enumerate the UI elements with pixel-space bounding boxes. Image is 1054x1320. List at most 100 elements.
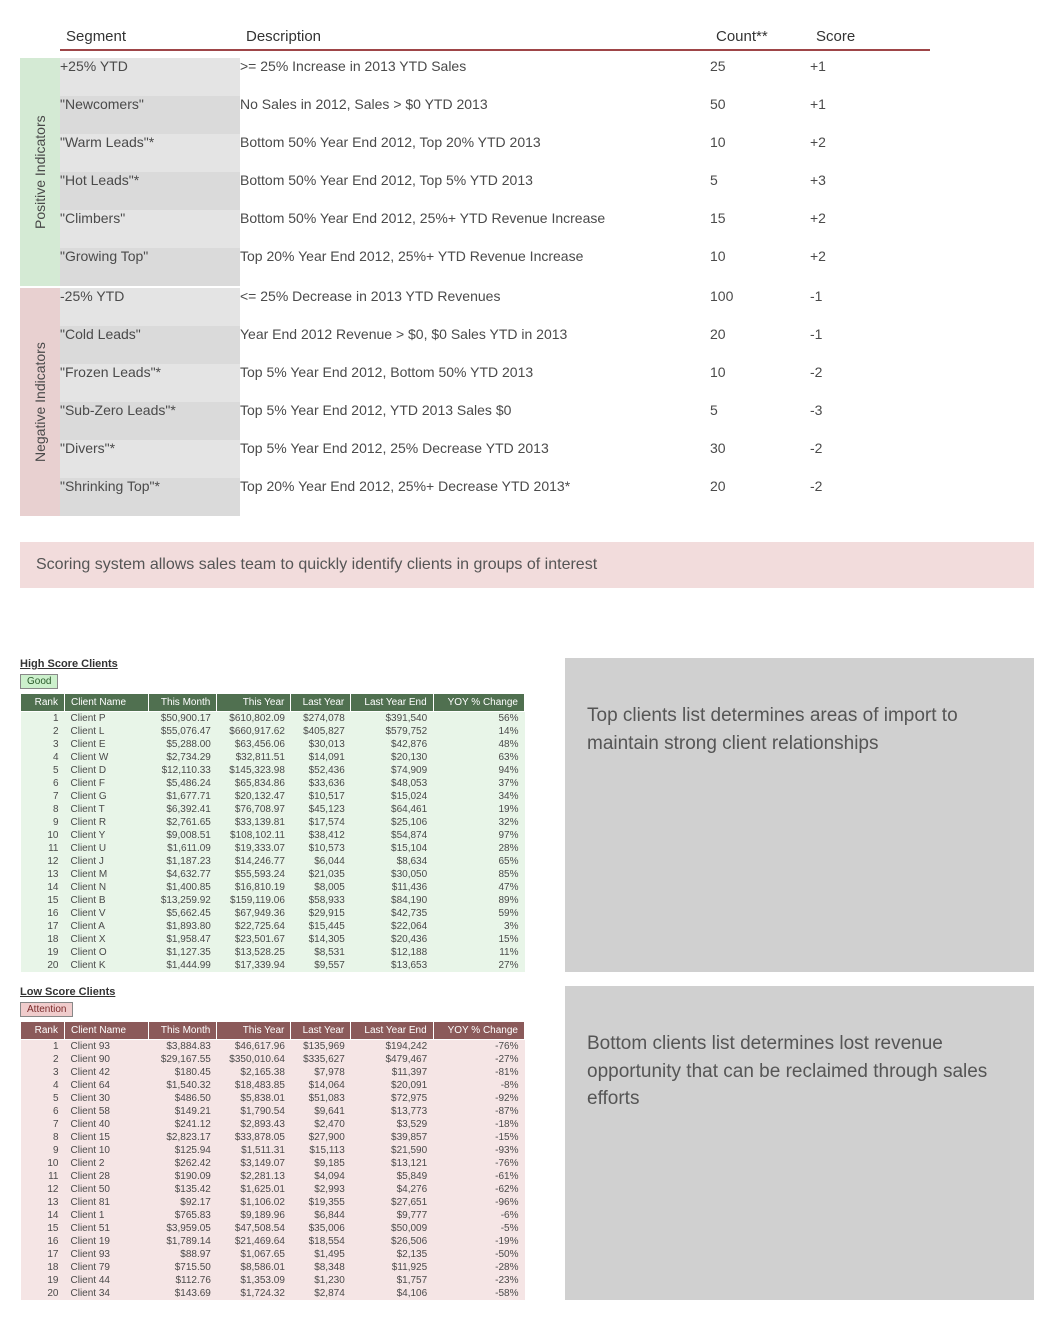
- low-cell-19-5: $4,106: [351, 1287, 433, 1300]
- high-cell-5-6: 37%: [433, 777, 524, 790]
- low-row-11: 12Client 50$135.42$1,625.01$2,993$4,276-…: [21, 1183, 525, 1196]
- low-cell-11-2: $135.42: [149, 1183, 217, 1196]
- high-cell-16-2: $1,893.80: [149, 920, 217, 933]
- low-cell-2-3: $2,165.38: [217, 1066, 291, 1079]
- neg-row-score-5: -2: [810, 478, 930, 516]
- pos-row-segment-5: "Growing Top": [60, 248, 240, 286]
- neg-row-segment-1: "Cold Leads": [60, 326, 240, 364]
- high-cell-10-3: $19,333.07: [217, 842, 291, 855]
- low-cell-15-5: $26,506: [351, 1235, 433, 1248]
- high-cell-6-3: $20,132.47: [217, 790, 291, 803]
- low-cell-7-5: $39,857: [351, 1131, 433, 1144]
- high-cell-9-1: Client Y: [65, 829, 149, 842]
- low-row-18: 19Client 44$112.76$1,353.09$1,230$1,757-…: [21, 1274, 525, 1287]
- high-cell-16-4: $15,445: [291, 920, 351, 933]
- pos-row-score-1: +1: [810, 96, 930, 134]
- high-cell-17-0: 18: [21, 933, 65, 946]
- low-cell-13-5: $9,777: [351, 1209, 433, 1222]
- pos-row-segment-3: "Hot Leads"*: [60, 172, 240, 210]
- high-cell-8-4: $17,574: [291, 816, 351, 829]
- low-cell-1-2: $29,167.55: [149, 1053, 217, 1066]
- low-cell-6-3: $2,893.43: [217, 1118, 291, 1131]
- low-cell-16-3: $1,067.65: [217, 1248, 291, 1261]
- high-cell-11-5: $8,634: [351, 855, 433, 868]
- neg-row-description-4: Top 5% Year End 2012, 25% Decrease YTD 2…: [240, 440, 710, 478]
- low-cell-12-3: $1,106.02: [217, 1196, 291, 1209]
- pos-row-segment-1: "Newcomers": [60, 96, 240, 134]
- low-cell-16-4: $1,495: [291, 1248, 351, 1261]
- high-row-10: 11Client U$1,611.09$19,333.07$10,573$15,…: [21, 842, 525, 855]
- low-cell-13-3: $9,189.96: [217, 1209, 291, 1222]
- high-cell-12-4: $21,035: [291, 868, 351, 881]
- high-row-7: 8Client T$6,392.41$76,708.97$45,123$64,4…: [21, 803, 525, 816]
- low-score-table-wrap: Low Score Clients Attention RankClient N…: [20, 986, 525, 1300]
- high-cell-12-6: 85%: [433, 868, 524, 881]
- low-col-6: YOY % Change: [433, 1022, 524, 1040]
- low-cell-4-1: Client 30: [65, 1092, 149, 1105]
- neg-row-count-1: 20: [710, 326, 810, 364]
- neg-row-description-3: Top 5% Year End 2012, YTD 2013 Sales $0: [240, 402, 710, 440]
- high-score-table-wrap: High Score Clients Good RankClient NameT…: [20, 658, 525, 972]
- low-cell-19-3: $1,724.32: [217, 1287, 291, 1300]
- low-cell-0-1: Client 93: [65, 1040, 149, 1054]
- high-cell-3-0: 4: [21, 751, 65, 764]
- high-col-2: This Month: [149, 694, 217, 712]
- low-cell-19-6: -58%: [433, 1287, 524, 1300]
- high-cell-11-3: $14,246.77: [217, 855, 291, 868]
- low-cell-2-6: -81%: [433, 1066, 524, 1079]
- high-cell-14-2: $13,259.92: [149, 894, 217, 907]
- high-cell-9-6: 97%: [433, 829, 524, 842]
- high-cell-11-2: $1,187.23: [149, 855, 217, 868]
- high-cell-11-1: Client J: [65, 855, 149, 868]
- high-row-14: 15Client B$13,259.92$159,119.06$58,933$8…: [21, 894, 525, 907]
- high-cell-6-4: $10,517: [291, 790, 351, 803]
- low-cell-18-6: -23%: [433, 1274, 524, 1287]
- high-cell-17-5: $20,436: [351, 933, 433, 946]
- low-cell-14-4: $35,006: [291, 1222, 351, 1235]
- high-cell-6-5: $15,024: [351, 790, 433, 803]
- low-row-9: 10Client 2$262.42$3,149.07$9,185$13,121-…: [21, 1157, 525, 1170]
- neg-row-count-3: 5: [710, 402, 810, 440]
- low-cell-2-4: $7,978: [291, 1066, 351, 1079]
- pos-row-count-3: 5: [710, 172, 810, 210]
- low-row-6: 7Client 40$241.12$2,893.43$2,470$3,529-1…: [21, 1118, 525, 1131]
- pos-row-score-2: +2: [810, 134, 930, 172]
- low-cell-5-2: $149.21: [149, 1105, 217, 1118]
- low-cell-14-0: 15: [21, 1222, 65, 1235]
- high-cell-2-3: $63,456.06: [217, 738, 291, 751]
- low-cell-10-0: 11: [21, 1170, 65, 1183]
- low-cell-16-6: -50%: [433, 1248, 524, 1261]
- high-cell-15-1: Client V: [65, 907, 149, 920]
- low-cell-11-5: $4,276: [351, 1183, 433, 1196]
- high-cell-10-1: Client U: [65, 842, 149, 855]
- low-cell-2-5: $11,397: [351, 1066, 433, 1079]
- low-row-14: 15Client 51$3,959.05$47,508.54$35,006$50…: [21, 1222, 525, 1235]
- high-cell-2-6: 48%: [433, 738, 524, 751]
- low-cell-6-4: $2,470: [291, 1118, 351, 1131]
- high-cell-8-3: $33,139.81: [217, 816, 291, 829]
- high-cell-5-0: 6: [21, 777, 65, 790]
- neg-row-count-5: 20: [710, 478, 810, 516]
- low-cell-10-6: -61%: [433, 1170, 524, 1183]
- negative-band: Negative Indicators: [20, 288, 60, 516]
- high-cell-4-0: 5: [21, 764, 65, 777]
- high-row-13: 14Client N$1,400.85$16,810.19$8,005$11,4…: [21, 881, 525, 894]
- pos-row-score-4: +2: [810, 210, 930, 248]
- low-col-3: This Year: [217, 1022, 291, 1040]
- low-cell-18-1: Client 44: [65, 1274, 149, 1287]
- low-cell-18-5: $1,757: [351, 1274, 433, 1287]
- low-cell-15-6: -19%: [433, 1235, 524, 1248]
- high-cell-5-4: $33,636: [291, 777, 351, 790]
- high-cell-19-5: $13,653: [351, 959, 433, 972]
- high-cell-14-5: $84,190: [351, 894, 433, 907]
- pos-row-description-5: Top 20% Year End 2012, 25%+ YTD Revenue …: [240, 248, 710, 286]
- high-cell-16-6: 3%: [433, 920, 524, 933]
- high-cell-11-6: 65%: [433, 855, 524, 868]
- high-col-5: Last Year End: [351, 694, 433, 712]
- neg-row-segment-3: "Sub-Zero Leads"*: [60, 402, 240, 440]
- high-cell-19-0: 20: [21, 959, 65, 972]
- high-cell-13-2: $1,400.85: [149, 881, 217, 894]
- low-score-caption: Bottom clients list determines lost reve…: [565, 986, 1034, 1300]
- high-cell-4-4: $52,436: [291, 764, 351, 777]
- low-cell-6-1: Client 40: [65, 1118, 149, 1131]
